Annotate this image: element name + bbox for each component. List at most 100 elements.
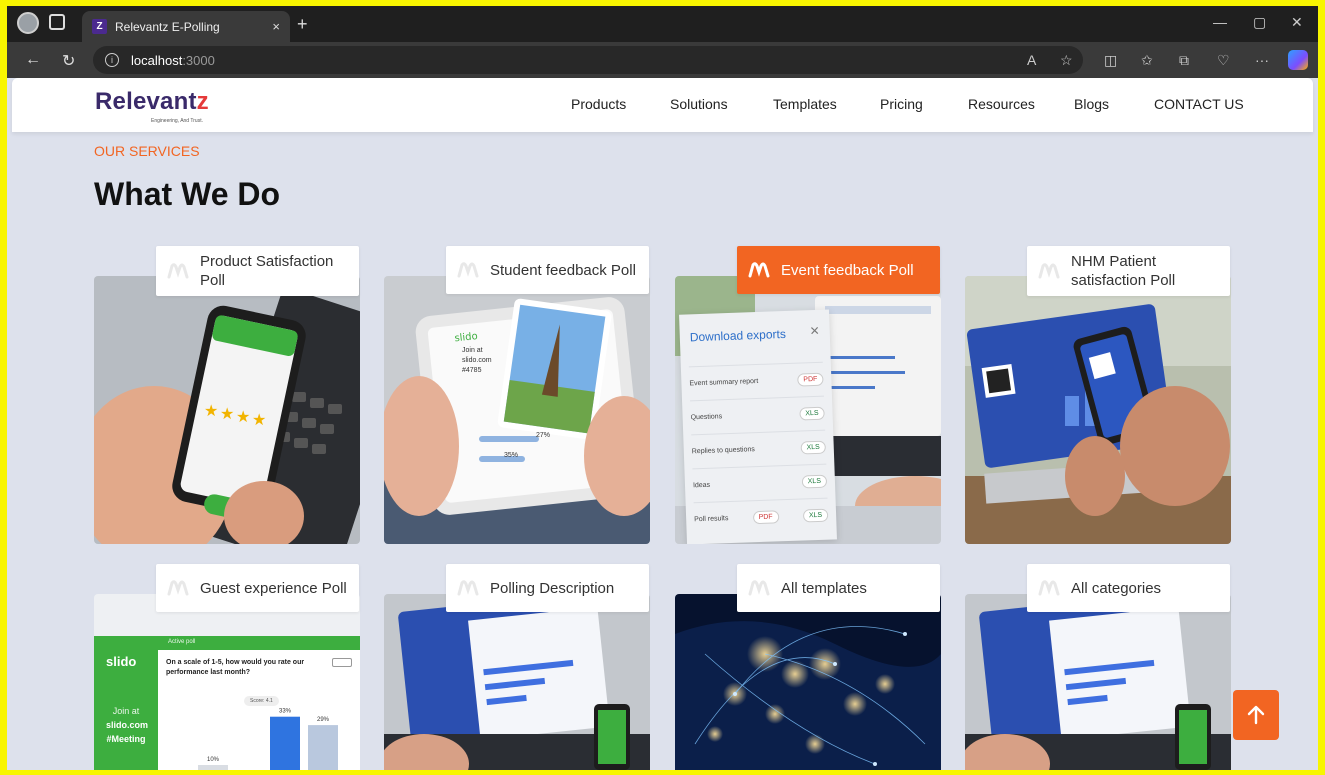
nav-pricing[interactable]: Pricing <box>880 96 923 112</box>
logo-tagline: Engineering, And Trust. <box>151 118 203 124</box>
card-label[interactable]: Product Satisfaction Poll <box>156 246 359 296</box>
xls-badge[interactable]: XLS <box>800 440 826 455</box>
poll-bar-label: 29% <box>317 717 330 723</box>
xls-badge[interactable]: XLS <box>802 508 829 523</box>
refresh-icon[interactable]: ↻ <box>62 51 75 71</box>
poll-bar <box>198 765 228 770</box>
browser-tab[interactable]: Z Relevantz E-Polling × <box>82 11 290 42</box>
poll-card-all-templates[interactable]: All templates <box>675 564 941 770</box>
exports-close-icon[interactable]: ✕ <box>809 324 820 338</box>
tab-title: Relevantz E-Polling <box>115 19 220 34</box>
exports-panel-title: Download exports <box>689 326 787 345</box>
poll-bar <box>308 725 338 770</box>
guest-join-at: Join at <box>112 706 140 716</box>
poll-card-guest-experience[interactable]: slido Join at slido.com #Meeting Active … <box>94 564 360 770</box>
nav-solutions[interactable]: Solutions <box>670 96 728 112</box>
guest-join-code: #Meeting <box>106 734 146 744</box>
favorite-star-icon[interactable]: ☆ <box>1060 52 1073 69</box>
guest-join-site: slido.com <box>106 720 149 730</box>
minimize-icon[interactable]: — <box>1213 14 1227 30</box>
split-screen-icon[interactable]: ◫ <box>1104 52 1117 69</box>
site-info-icon[interactable]: i <box>105 53 119 67</box>
export-row[interactable]: Questions XLS <box>690 395 826 435</box>
read-aloud-icon[interactable]: A <box>1027 52 1036 68</box>
tab-actions-icon[interactable] <box>49 14 65 30</box>
poll-card-student-feedback[interactable]: slido Join at slido.com #4785 27% 35% St… <box>384 246 650 546</box>
browser-address-bar: ← ↻ i localhost :3000 A ☆ ◫ ✩ ⧉ ♡ ··· <box>7 42 1318 78</box>
nav-products[interactable]: Products <box>571 96 626 112</box>
card-image <box>965 276 1231 544</box>
relevantz-m-icon <box>748 580 770 596</box>
relevantz-logo[interactable]: Relevantz Engineering, And Trust. <box>95 88 209 124</box>
card-label[interactable]: Polling Description <box>446 564 649 612</box>
poll-bar-label: 10% <box>207 757 220 763</box>
card-title: Polling Description <box>490 579 615 597</box>
restore-icon[interactable]: ▢ <box>1253 14 1266 31</box>
card-image <box>965 594 1231 770</box>
poll-card-event-feedback[interactable]: Download exports ✕ Event summary report … <box>675 246 941 546</box>
card-label[interactable]: NHM Patient satisfaction Poll <box>1027 246 1230 296</box>
export-row-label: Questions <box>690 413 723 422</box>
card-label[interactable]: Event feedback Poll <box>737 246 940 294</box>
poll-card-polling-description[interactable]: Polling Description <box>384 564 650 770</box>
url-field[interactable]: i localhost :3000 <box>93 46 1083 74</box>
card-title: NHM Patient satisfaction Poll <box>1071 253 1176 289</box>
xls-badge[interactable]: XLS <box>799 406 825 421</box>
section-eyebrow: OUR SERVICES <box>94 143 200 159</box>
nav-contact-us[interactable]: CONTACT US <box>1154 96 1244 112</box>
nav-templates[interactable]: Templates <box>773 96 837 112</box>
url-port: :3000 <box>182 52 215 68</box>
export-row-label: Poll results <box>694 515 729 524</box>
pdf-badge[interactable]: PDF <box>797 372 824 387</box>
xls-badge[interactable]: XLS <box>801 474 828 489</box>
poll-card-all-categories[interactable]: All categories <box>965 564 1231 770</box>
site-header: Relevantz Engineering, And Trust. Produc… <box>12 78 1313 132</box>
back-icon[interactable]: ← <box>25 51 41 69</box>
collections-icon[interactable]: ⧉ <box>1179 52 1189 69</box>
scroll-to-top-button[interactable] <box>1233 690 1279 740</box>
poll-panel: Active poll On a scale of 1-5, how would… <box>158 636 360 770</box>
card-image: ★ ★ ★ ★ <box>94 276 360 544</box>
card-label[interactable]: All templates <box>737 564 940 612</box>
browser-window: Z Relevantz E-Polling × + — ▢ ✕ ← ↻ i lo… <box>7 6 1318 770</box>
poll-card-product-satisfaction[interactable]: ★ ★ ★ ★ Product Satisfaction Poll <box>94 246 360 546</box>
card-label[interactable]: Guest experience Poll <box>156 564 359 612</box>
page-title: What We Do <box>94 176 281 212</box>
favorites-icon[interactable]: ✩ <box>1141 52 1153 69</box>
nav-resources[interactable]: Resources <box>968 96 1035 112</box>
card-image: slido Join at slido.com #Meeting Active … <box>94 594 360 770</box>
tab-close-icon[interactable]: × <box>272 19 280 34</box>
export-row-label: Event summary report <box>689 377 759 388</box>
relevantz-m-icon <box>457 262 479 278</box>
export-row[interactable]: Poll results PDF XLS <box>693 497 829 537</box>
url-host: localhost <box>131 52 183 68</box>
new-tab-button[interactable]: + <box>297 14 308 35</box>
card-label[interactable]: All categories <box>1027 564 1230 612</box>
card-title: Student feedback Poll <box>490 261 636 279</box>
svg-text:★: ★ <box>236 407 250 426</box>
export-row[interactable]: Replies to questions XLS <box>691 429 827 469</box>
card-title: Product Satisfaction Poll <box>200 253 334 289</box>
svg-text:★: ★ <box>252 410 266 429</box>
slido-brand: slido <box>106 654 137 669</box>
browser-essentials-icon[interactable]: ♡ <box>1217 52 1230 69</box>
poll-card-nhm-patient[interactable]: NHM Patient satisfaction Poll <box>965 246 1231 546</box>
browser-tab-bar: Z Relevantz E-Polling × + — ▢ ✕ <box>7 6 1318 42</box>
relevantz-m-icon <box>1038 263 1060 279</box>
export-row[interactable]: Event summary report PDF <box>688 361 824 401</box>
pdf-badge[interactable]: PDF <box>752 510 779 525</box>
copilot-icon[interactable] <box>1288 50 1308 70</box>
svg-text:★: ★ <box>204 401 218 420</box>
export-row[interactable]: Ideas XLS <box>692 463 828 503</box>
card-label[interactable]: Student feedback Poll <box>446 246 649 294</box>
result-percent-2: 35% <box>504 452 519 459</box>
card-title: Guest experience Poll <box>200 579 347 597</box>
nav-blogs[interactable]: Blogs <box>1074 96 1109 112</box>
logo-text: Relevant <box>95 88 197 115</box>
join-site-text: slido.com <box>462 357 492 364</box>
card-image <box>384 594 650 770</box>
more-menu-icon[interactable]: ··· <box>1255 52 1269 68</box>
window-close-icon[interactable]: ✕ <box>1291 14 1303 31</box>
poll-bar-label: 33% <box>279 709 292 715</box>
profile-avatar-icon[interactable] <box>17 12 39 34</box>
